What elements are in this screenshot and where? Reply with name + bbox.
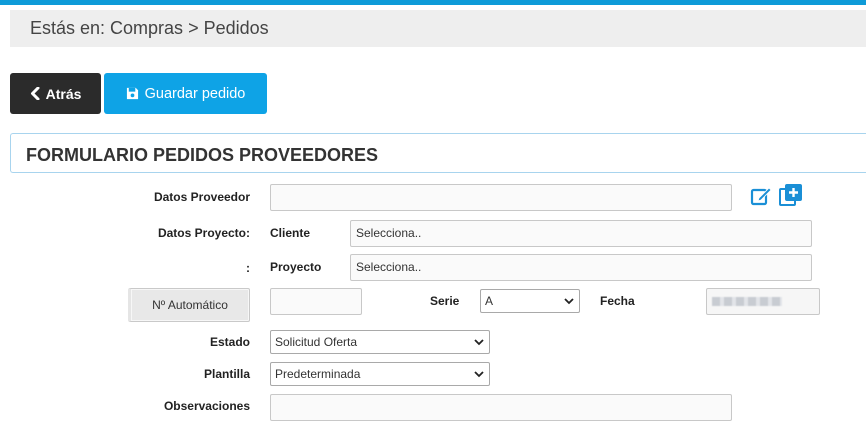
- save-order-button[interactable]: Guardar pedido: [104, 73, 267, 114]
- estado-select[interactable]: Solicitud Oferta: [270, 330, 490, 354]
- automatic-number-button[interactable]: Nº Automático: [128, 288, 250, 322]
- back-button-label: Atrás: [45, 85, 82, 102]
- save-button-label: Guardar pedido: [144, 85, 246, 102]
- plantilla-select[interactable]: Predeterminada: [270, 362, 490, 386]
- proyecto-label: Datos Proyecto:: [157, 226, 250, 240]
- number-input[interactable]: [270, 288, 362, 315]
- floppy-disk-icon: [126, 87, 138, 100]
- estado-select-value: Solicitud Oferta: [275, 335, 358, 349]
- chevron-down-icon: [474, 339, 484, 346]
- colon-label: :: [246, 261, 250, 275]
- back-button[interactable]: Atrás: [10, 73, 101, 114]
- panel-title: FORMULARIO PEDIDOS PROVEEDORES: [26, 145, 379, 165]
- serie-select[interactable]: A: [480, 289, 580, 313]
- cliente-label: Cliente: [270, 226, 311, 240]
- observaciones-label: Observaciones: [163, 399, 250, 413]
- proveedor-input[interactable]: [270, 184, 732, 211]
- top-accent-bar: [0, 0, 866, 5]
- breadcrumb: Estás en: Compras > Pedidos: [10, 10, 866, 47]
- chevron-down-icon: [564, 298, 574, 305]
- proyecto-input[interactable]: Selecciona..: [350, 254, 812, 281]
- proveedor-label: Datos Proveedor: [153, 190, 250, 204]
- serie-label: Serie: [430, 294, 460, 308]
- observaciones-input[interactable]: [270, 394, 732, 421]
- plantilla-select-value: Predeterminada: [275, 367, 361, 381]
- edit-icon[interactable]: [749, 184, 773, 208]
- chevron-down-icon: [474, 371, 484, 378]
- breadcrumb-text: Estás en: Compras > Pedidos: [30, 18, 269, 38]
- plantilla-label: Plantilla: [203, 367, 250, 381]
- proyecto-sub-label: Proyecto: [270, 260, 322, 274]
- redacted-date: [712, 297, 782, 306]
- chevron-left-icon: [30, 87, 40, 100]
- cliente-input[interactable]: Selecciona..: [350, 220, 812, 247]
- add-box-icon[interactable]: [779, 183, 803, 207]
- fecha-input[interactable]: [706, 288, 820, 315]
- serie-select-value: A: [485, 294, 494, 308]
- estado-label: Estado: [209, 335, 250, 349]
- fecha-label: Fecha: [600, 294, 635, 308]
- form-panel-header: FORMULARIO PEDIDOS PROVEEDORES: [10, 133, 866, 173]
